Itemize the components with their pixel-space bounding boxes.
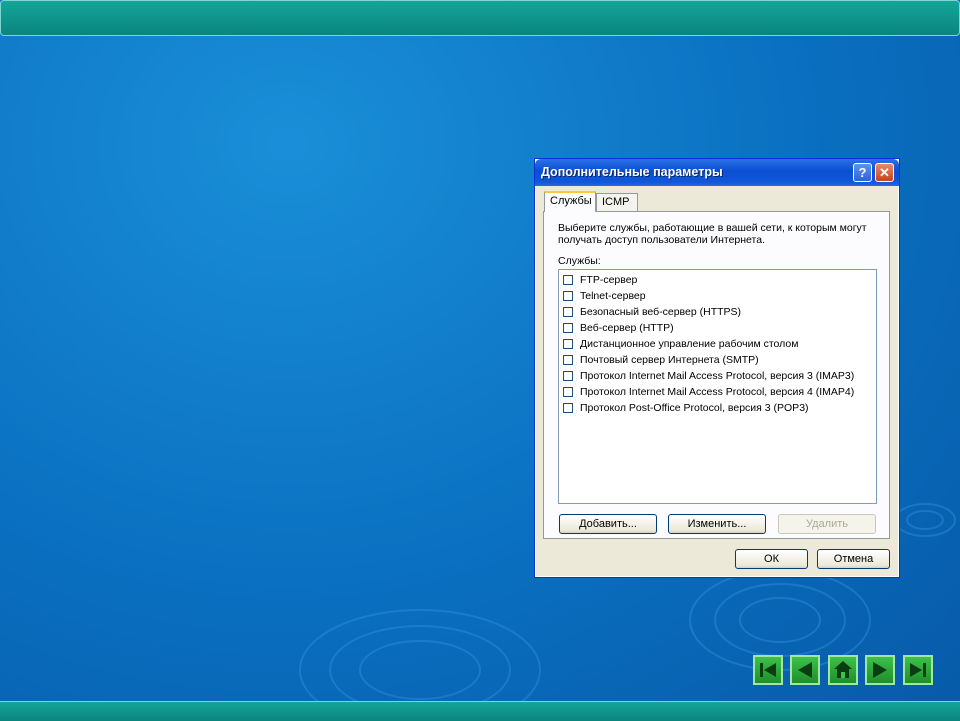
service-item-telnet[interactable]: Telnet-сервер [563, 288, 646, 303]
service-item-smtp[interactable]: Почтовый сервер Интернета (SMTP) [563, 352, 759, 367]
edit-button[interactable]: Изменить... [668, 514, 766, 534]
service-item-ftp[interactable]: FTP-сервер [563, 272, 637, 287]
footer-bar [0, 701, 960, 721]
previous-slide-icon[interactable] [790, 655, 820, 685]
service-label: Протокол Internet Mail Access Protocol, … [580, 385, 855, 398]
first-slide-icon[interactable] [753, 655, 783, 685]
service-checkbox[interactable] [563, 322, 573, 333]
service-item-remote-desktop[interactable]: Дистанционное управление рабочим столом [563, 336, 798, 351]
service-label: Безопасный веб-сервер (HTTPS) [580, 305, 742, 318]
service-checkbox[interactable] [563, 290, 573, 301]
delete-button[interactable]: Удалить [778, 514, 876, 534]
services-list-label: Службы: [558, 255, 601, 267]
service-label: Дистанционное управление рабочим столом [580, 337, 799, 350]
service-label: Почтовый сервер Интернета (SMTP) [580, 353, 759, 366]
dialog-titlebar[interactable]: Дополнительные параметры ? ✕ [535, 159, 899, 186]
dialog-title: Дополнительные параметры [541, 165, 723, 179]
ok-button[interactable]: ОК [735, 549, 808, 569]
service-checkbox[interactable] [563, 274, 573, 285]
tab-services[interactable]: Службы [544, 191, 596, 212]
services-description: Выберите службы, работающие в вашей сети… [558, 222, 867, 246]
service-label: Веб-сервер (HTTP) [580, 321, 674, 334]
service-item-http[interactable]: Веб-сервер (HTTP) [563, 320, 674, 335]
service-item-pop3[interactable]: Протокол Post-Office Protocol, версия 3 … [563, 400, 809, 415]
last-slide-icon[interactable] [903, 655, 933, 685]
service-label: Telnet-сервер [580, 289, 646, 302]
service-checkbox[interactable] [563, 370, 573, 381]
services-tab-panel: Выберите службы, работающие в вашей сети… [543, 211, 890, 539]
cancel-button[interactable]: Отмена [817, 549, 890, 569]
help-icon[interactable]: ? [853, 163, 872, 182]
home-icon[interactable] [828, 655, 858, 685]
service-label: FTP-сервер [580, 273, 638, 286]
next-slide-icon[interactable] [865, 655, 895, 685]
service-checkbox[interactable] [563, 386, 573, 397]
service-item-imap4[interactable]: Протокол Internet Mail Access Protocol, … [563, 384, 854, 399]
services-listbox[interactable]: FTP-сервер Telnet-сервер Безопасный веб-… [558, 269, 877, 504]
close-icon[interactable]: ✕ [875, 163, 894, 182]
header-bar [0, 0, 960, 36]
tab-icmp[interactable]: ICMP [596, 193, 638, 211]
service-item-https[interactable]: Безопасный веб-сервер (HTTPS) [563, 304, 741, 319]
service-label: Протокол Post-Office Protocol, версия 3 … [580, 401, 809, 414]
service-checkbox[interactable] [563, 402, 573, 413]
service-checkbox[interactable] [563, 354, 573, 365]
service-label: Протокол Internet Mail Access Protocol, … [580, 369, 855, 382]
service-item-imap3[interactable]: Протокол Internet Mail Access Protocol, … [563, 368, 854, 383]
add-button[interactable]: Добавить... [559, 514, 657, 534]
service-checkbox[interactable] [563, 306, 573, 317]
service-checkbox[interactable] [563, 338, 573, 349]
advanced-settings-dialog: Дополнительные параметры ? ✕ Службы ICMP… [534, 158, 900, 578]
